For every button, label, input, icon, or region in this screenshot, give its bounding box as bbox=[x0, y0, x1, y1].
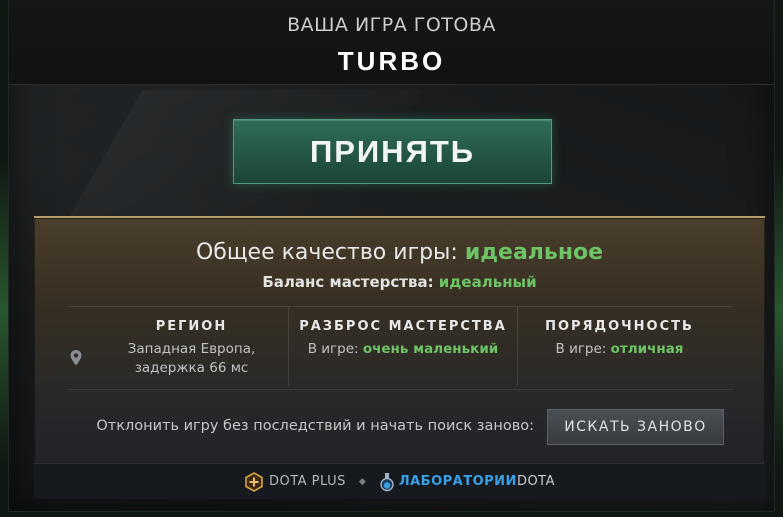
dota-labs-label-part2: DOTA bbox=[516, 474, 556, 489]
footer-separator: ◆ bbox=[358, 476, 366, 487]
map-pin-icon bbox=[70, 350, 82, 366]
skill-balance-label: Баланс мастерства: bbox=[262, 273, 434, 291]
behavior-heading: ПОРЯДОЧНОСТЬ bbox=[545, 319, 694, 334]
accept-button[interactable]: ПРИНЯТЬ bbox=[233, 119, 552, 184]
skill-spread-heading: РАЗБРОС МАСТЕРСТВА bbox=[299, 319, 507, 334]
behavior-prefix: В игре: bbox=[555, 341, 607, 357]
search-again-button[interactable]: ИСКАТЬ ЗАНОВО bbox=[547, 409, 724, 445]
region-column: РЕГИОН Западная Европа, задержка 66 мс bbox=[96, 306, 287, 386]
match-ready-dialog: ВАША ИГРА ГОТОВА TURBO ПРИНЯТЬ Общее кач… bbox=[9, 0, 774, 511]
game-mode-title: TURBO bbox=[337, 46, 446, 76]
dota-labs-icon bbox=[380, 472, 394, 491]
divider-bottom bbox=[66, 389, 733, 390]
dota-plus-icon bbox=[245, 471, 263, 492]
behavior-value-line: В игре: отличная bbox=[517, 340, 722, 359]
skill-spread-column: РАЗБРОС МАСТЕРСТВА В игре: очень маленьк… bbox=[288, 306, 518, 386]
overall-quality-value: идеальное bbox=[464, 240, 604, 265]
overall-quality-label: Общее качество игры: bbox=[195, 240, 458, 265]
match-quality-panel: Общее качество игры: идеальное Баланс ма… bbox=[34, 216, 765, 499]
match-ready-subtitle: ВАША ИГРА ГОТОВА bbox=[287, 14, 496, 36]
footer-links: DOTA PLUS ◆ ЛАБОРАТОРИИ DOTA bbox=[34, 463, 765, 499]
skill-balance-line: Баланс мастерства: идеальный bbox=[34, 273, 765, 291]
skill-spread-prefix: В игре: bbox=[307, 341, 359, 357]
decline-description: Отклонить игру без последствий и начать … bbox=[96, 418, 534, 434]
region-value: Западная Европа, задержка 66 мс bbox=[96, 340, 287, 378]
dota-plus-label: DOTA PLUS bbox=[268, 474, 346, 489]
region-latency: задержка 66 мс bbox=[134, 360, 249, 376]
dota-labs-label-part1: ЛАБОРАТОРИИ bbox=[398, 474, 517, 489]
behavior-column: ПОРЯДОЧНОСТЬ В игре: отличная bbox=[517, 306, 722, 386]
region-name: Западная Европа, bbox=[127, 341, 256, 357]
behavior-value: отличная bbox=[610, 341, 684, 357]
skill-spread-value-line: В игре: очень маленький bbox=[289, 340, 517, 359]
dialog-header: ВАША ИГРА ГОТОВА TURBO bbox=[9, 0, 774, 85]
region-heading: РЕГИОН bbox=[155, 319, 228, 334]
overall-quality-line: Общее качество игры: идеальное bbox=[34, 240, 765, 265]
dota-labs-link[interactable]: ЛАБОРАТОРИИ DOTA bbox=[379, 472, 555, 492]
skill-balance-value: идеальный bbox=[438, 273, 537, 291]
dota-plus-link[interactable]: DOTA PLUS bbox=[244, 471, 346, 492]
skill-spread-value: очень маленький bbox=[362, 341, 499, 357]
